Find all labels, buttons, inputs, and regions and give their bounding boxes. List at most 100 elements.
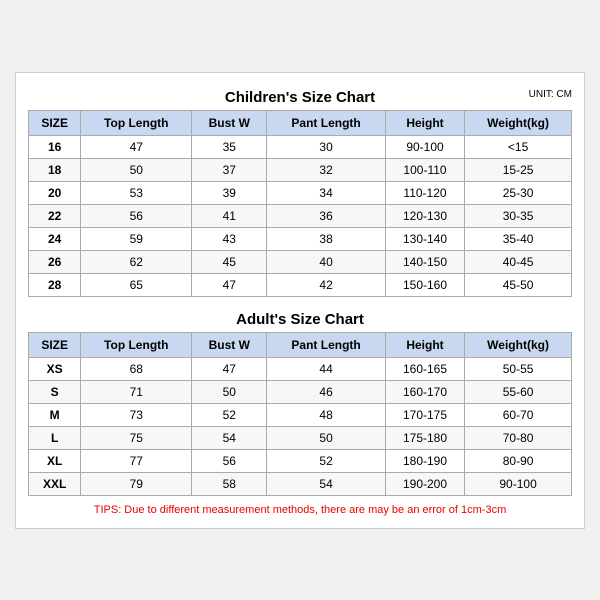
data-cell: 58 [192,472,267,495]
data-cell: 38 [267,227,386,250]
data-cell: 47 [81,135,192,158]
size-cell: M [29,403,81,426]
table-row: 28654742150-16045-50 [29,273,572,296]
data-cell: 50 [192,380,267,403]
table-row: M735248170-17560-70 [29,403,572,426]
col-pant-length: Pant Length [267,110,386,135]
data-cell: 37 [192,158,267,181]
size-cell: 28 [29,273,81,296]
data-cell: 25-30 [465,181,572,204]
data-cell: 50 [81,158,192,181]
data-cell: 160-165 [385,357,464,380]
data-cell: 56 [81,204,192,227]
data-cell: 35-40 [465,227,572,250]
data-cell: 52 [192,403,267,426]
table-row: XS684744160-16550-55 [29,357,572,380]
data-cell: 59 [81,227,192,250]
data-cell: 45 [192,250,267,273]
data-cell: 70-80 [465,426,572,449]
col-top-length: Top Length [81,332,192,357]
size-cell: 16 [29,135,81,158]
col-weight: Weight(kg) [465,110,572,135]
size-cell: XXL [29,472,81,495]
data-cell: 39 [192,181,267,204]
data-cell: 73 [81,403,192,426]
data-cell: 65 [81,273,192,296]
data-cell: 45-50 [465,273,572,296]
data-cell: 77 [81,449,192,472]
data-cell: 90-100 [465,472,572,495]
table-row: 26624540140-15040-45 [29,250,572,273]
data-cell: 56 [192,449,267,472]
col-bust-w: Bust W [192,110,267,135]
data-cell: 68 [81,357,192,380]
data-cell: <15 [465,135,572,158]
size-cell: XL [29,449,81,472]
data-cell: 30 [267,135,386,158]
col-height: Height [385,332,464,357]
table-row: XL775652180-19080-90 [29,449,572,472]
adult-table: SIZE Top Length Bust W Pant Length Heigh… [28,332,572,496]
col-bust-w: Bust W [192,332,267,357]
data-cell: 140-150 [385,250,464,273]
data-cell: 110-120 [385,181,464,204]
size-cell: 20 [29,181,81,204]
data-cell: 41 [192,204,267,227]
data-cell: 36 [267,204,386,227]
adult-title-text: Adult's Size Chart [236,311,364,328]
data-cell: 54 [192,426,267,449]
col-weight: Weight(kg) [465,332,572,357]
col-top-length: Top Length [81,110,192,135]
data-cell: 48 [267,403,386,426]
tips-text: TIPS: Due to different measurement metho… [28,504,572,516]
table-row: XXL795854190-20090-100 [29,472,572,495]
children-header-row: SIZE Top Length Bust W Pant Length Heigh… [29,110,572,135]
unit-label: UNIT: CM [529,89,572,100]
data-cell: 46 [267,380,386,403]
data-cell: 150-160 [385,273,464,296]
col-height: Height [385,110,464,135]
data-cell: 130-140 [385,227,464,250]
data-cell: 50 [267,426,386,449]
size-cell: L [29,426,81,449]
data-cell: 53 [81,181,192,204]
size-cell: 26 [29,250,81,273]
data-cell: 34 [267,181,386,204]
data-cell: 47 [192,357,267,380]
size-cell: XS [29,357,81,380]
data-cell: 47 [192,273,267,296]
adult-header-row: SIZE Top Length Bust W Pant Length Heigh… [29,332,572,357]
size-cell: 18 [29,158,81,181]
data-cell: 62 [81,250,192,273]
data-cell: 175-180 [385,426,464,449]
data-cell: 42 [267,273,386,296]
data-cell: 40 [267,250,386,273]
table-row: 20533934110-12025-30 [29,181,572,204]
table-row: 22564136120-13030-35 [29,204,572,227]
children-title: Children's Size Chart UNIT: CM [28,83,572,110]
data-cell: 60-70 [465,403,572,426]
data-cell: 190-200 [385,472,464,495]
chart-container: Children's Size Chart UNIT: CM SIZE Top … [15,72,585,529]
table-row: L755450175-18070-80 [29,426,572,449]
data-cell: 55-60 [465,380,572,403]
data-cell: 54 [267,472,386,495]
children-table: SIZE Top Length Bust W Pant Length Heigh… [28,110,572,297]
data-cell: 79 [81,472,192,495]
data-cell: 170-175 [385,403,464,426]
data-cell: 44 [267,357,386,380]
data-cell: 120-130 [385,204,464,227]
size-cell: 24 [29,227,81,250]
data-cell: 35 [192,135,267,158]
data-cell: 40-45 [465,250,572,273]
data-cell: 15-25 [465,158,572,181]
col-size: SIZE [29,110,81,135]
data-cell: 90-100 [385,135,464,158]
data-cell: 32 [267,158,386,181]
data-cell: 43 [192,227,267,250]
size-cell: S [29,380,81,403]
data-cell: 30-35 [465,204,572,227]
data-cell: 50-55 [465,357,572,380]
table-row: S715046160-17055-60 [29,380,572,403]
data-cell: 75 [81,426,192,449]
